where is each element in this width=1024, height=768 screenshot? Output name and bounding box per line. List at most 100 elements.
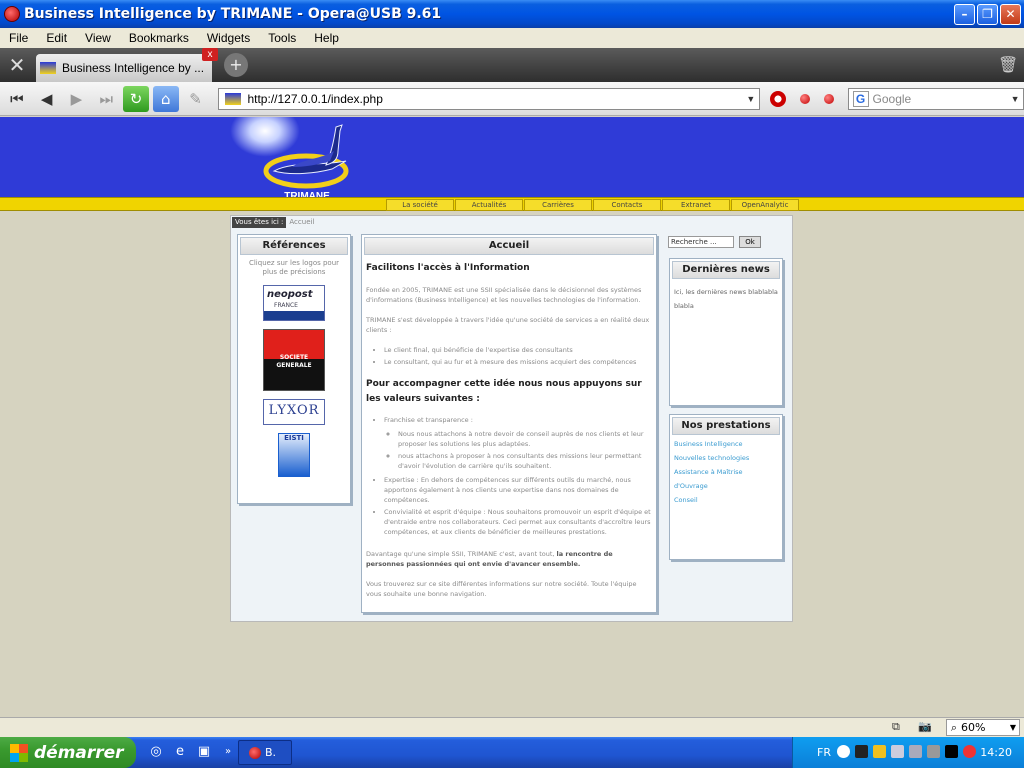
news-box: Dernières news Ici, les dernières news b… [669,258,783,406]
tab-bar: ✕ Business Intelligence by ... x + 🗑 [0,48,1024,82]
tray-app-icon[interactable] [891,745,904,758]
site-nav: La société Actualités Carrières Contacts… [386,199,800,211]
search-field[interactable]: G Google ▼ [847,87,1024,110]
list-item: Nous nous attachons à notre devoir de co… [398,429,652,449]
site-search-form: Recherche ... Ok [668,236,782,251]
system-tray: FR 14:20 [792,737,1024,768]
home-icon[interactable]: ⌂ [152,85,179,112]
opera-icon [249,746,261,759]
site-search-button[interactable]: Ok [739,236,761,248]
menu-edit[interactable]: Edit [37,31,76,45]
trimane-logo[interactable]: TRIMANE [262,121,370,203]
tray-app-icon[interactable] [945,745,958,758]
window-title: Business Intelligence by TRIMANE - Opera… [24,6,442,22]
search-placeholder: Google [872,91,912,106]
menu-bar: File Edit View Bookmarks Widgets Tools H… [0,28,1024,48]
status-bar: ⧉ 📷 ⌕ 60% ▼ [0,717,1024,737]
main-paragraph-3: Davantage qu'une simple SSII, TRIMANE c'… [366,550,613,568]
menu-file[interactable]: File [0,31,37,45]
menu-tools[interactable]: Tools [259,31,305,45]
list-item: Convivialité et esprit d'équipe : Nous s… [384,507,652,537]
back-icon[interactable]: ◀ [34,86,60,112]
tools-icon[interactable]: ✕ [0,48,34,82]
nav-extranet[interactable]: Extranet [662,199,730,211]
fast-forward-icon[interactable]: ⏭ [93,86,119,112]
task-label: B. [265,746,277,759]
neopost-logo[interactable]: neopost FRANCE [263,285,325,321]
nav-la-societe[interactable]: La société [386,199,454,211]
forward-icon[interactable]: ▶ [64,86,90,112]
internet-explorer-icon[interactable]: e [172,744,188,760]
address-url: http://127.0.0.1/index.php [247,91,383,106]
page-body: Vous êtes ici : Accueil Références Cliqu… [230,215,793,622]
tab-close-icon[interactable]: x [202,48,218,61]
main-heading-1: Facilitons l'accès à l'Information [366,263,530,273]
close-window-button[interactable]: ✕ [1000,3,1021,25]
trash-icon[interactable]: 🗑 [998,48,1018,82]
maximize-button[interactable]: ❐ [977,3,998,25]
rewind-icon[interactable]: ⏮ [4,86,30,112]
prestation-link[interactable]: Assistance à Maîtrise d'Ouvrage [670,465,782,493]
menu-view[interactable]: View [76,31,120,45]
clock: 14:20 [980,746,1012,759]
chevron-down-icon[interactable]: ▼ [743,94,759,104]
lyxor-logo[interactable]: LYXOR [263,399,325,425]
breadcrumb-current[interactable]: Accueil [286,217,314,228]
prestation-link[interactable]: Conseil [670,493,782,507]
list-item: Expertise : En dehors de compétences sur… [384,475,652,505]
nav-carrieres[interactable]: Carrières [524,199,592,211]
eisti-logo[interactable]: EISTI [278,433,310,477]
quick-launch-icon[interactable]: ◎ [148,744,164,760]
societe-generale-logo[interactable]: SOCIETE GENERALE [263,329,325,391]
references-box: Références Cliquez sur les logos pour pl… [237,234,351,504]
menu-widgets[interactable]: Widgets [198,31,259,45]
zoom-select[interactable]: ⌕ 60% ▼ [946,719,1020,736]
nav-openanalytic[interactable]: OpenAnalytic [731,199,799,211]
nav-contacts[interactable]: Contacts [593,199,661,211]
main-title: Accueil [364,237,654,255]
camera-icon[interactable]: 📷 [918,720,934,734]
prestations-title: Nos prestations [672,417,780,435]
opera-link-icon[interactable] [769,90,786,107]
chevron-down-icon[interactable]: ▼ [1007,94,1023,104]
edit-icon[interactable]: ✎ [183,86,209,112]
tray-app-icon[interactable] [963,745,976,758]
quick-launch-expand-icon[interactable]: » [220,744,236,760]
tray-app-icon[interactable] [927,745,940,758]
minimize-button[interactable]: – [954,3,975,25]
site-search-input[interactable]: Recherche ... [668,236,734,248]
prestation-link[interactable]: Business Intelligence [670,437,782,451]
red-dot-icon[interactable] [823,93,834,104]
zoom-value: 60% [961,721,986,734]
magnifier-icon: ⌕ [950,720,958,734]
language-indicator[interactable]: FR [817,746,831,759]
menu-bookmarks[interactable]: Bookmarks [120,31,198,45]
windows-flag-icon [10,743,28,762]
main-paragraph-4: Vous trouverez sur ce site différentes i… [366,580,637,598]
tray-app-icon[interactable] [873,745,886,758]
chevron-down-icon: ▼ [1009,723,1017,732]
reload-icon[interactable]: ↻ [123,85,149,112]
taskbar-task-opera[interactable]: B. [238,740,292,765]
prestation-link[interactable]: Nouvelles technologies [670,451,782,465]
red-dot-icon[interactable] [799,93,810,104]
tray-app-icon[interactable] [909,745,922,758]
media-icon[interactable]: ▣ [196,744,212,760]
clients-list: Le client final, qui bénéficie de l'expe… [384,345,652,367]
list-item: Franchise et transparence : Nous nous at… [384,415,652,471]
values-list: Franchise et transparence : Nous nous at… [384,415,652,537]
address-field[interactable]: http://127.0.0.1/index.php ▼ [218,87,760,110]
tray-arrow-icon[interactable] [837,745,850,758]
menu-help[interactable]: Help [305,31,348,45]
news-title: Dernières news [672,261,780,279]
tray-app-icon[interactable] [855,745,868,758]
nav-actualites[interactable]: Actualités [455,199,523,211]
breadcrumb: Vous êtes ici : Accueil [232,217,314,228]
window-titlebar: Business Intelligence by TRIMANE - Opera… [0,0,1024,28]
news-text: Ici, les dernières news blablabla blabla [674,288,778,310]
start-button[interactable]: démarrer [0,737,136,768]
tab-active[interactable]: Business Intelligence by ... x [36,48,218,82]
panel-toggle-icon[interactable]: ⧉ [892,720,908,734]
tab-title: Business Intelligence by ... [62,61,205,75]
new-tab-icon[interactable]: + [224,53,248,77]
